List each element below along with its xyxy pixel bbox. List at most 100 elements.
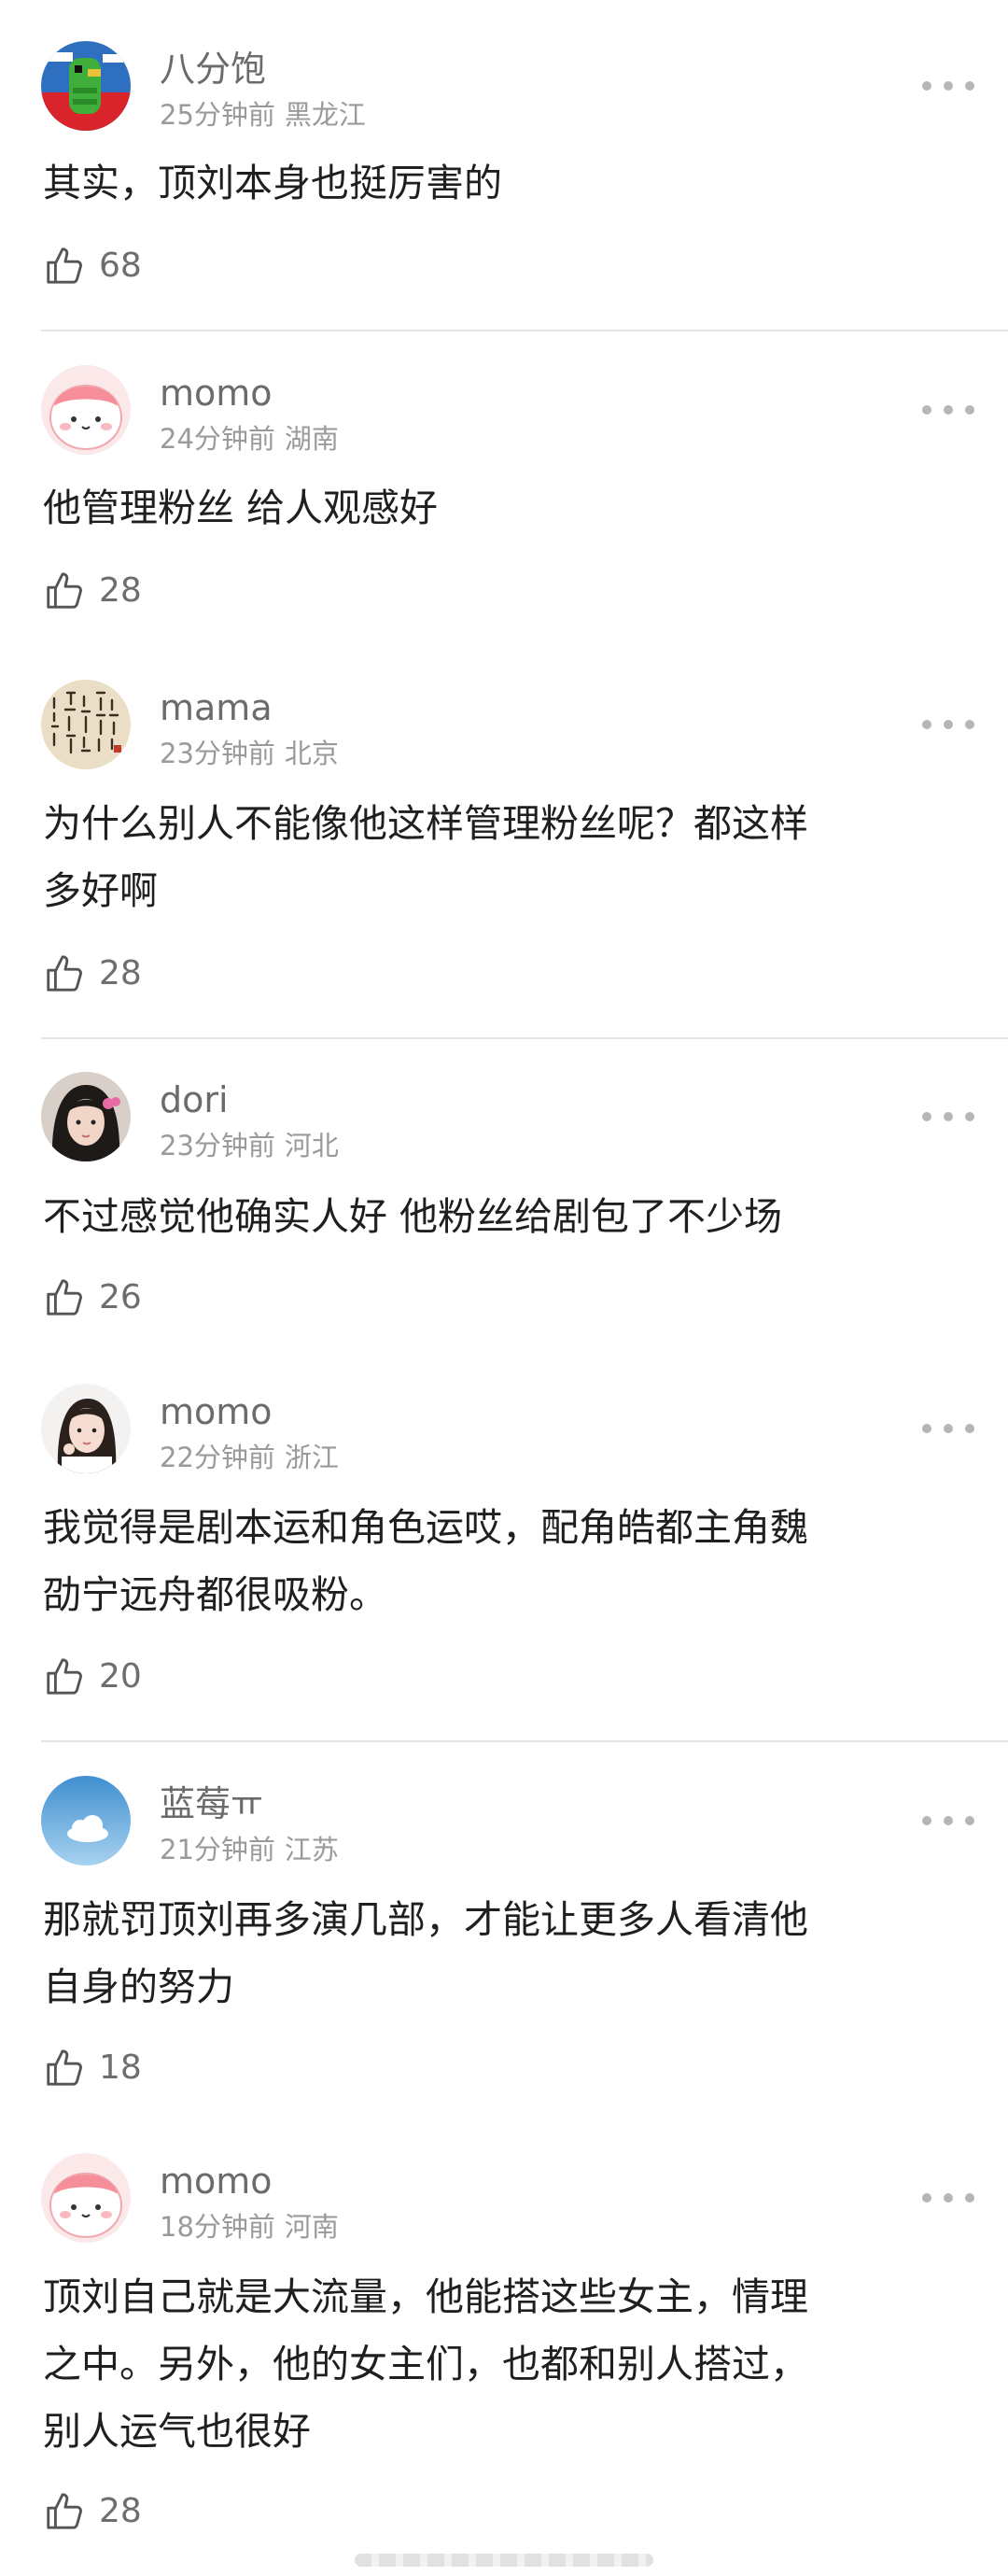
- pink-peach-avatar-icon: [41, 365, 131, 455]
- thumbs-up-icon: [47, 955, 82, 992]
- like-button[interactable]: 28: [43, 950, 142, 995]
- like-button[interactable]: 28: [43, 568, 142, 612]
- thumbs-up-icon: [47, 2049, 82, 2086]
- comment-text: 不过感觉他确实人好 他粉丝给剧包了不少场: [43, 1183, 958, 1250]
- like-button[interactable]: 18: [43, 2045, 142, 2090]
- like-count: 26: [99, 1277, 142, 1316]
- avatar[interactable]: [41, 2153, 131, 2243]
- comment-line: 为什么别人不能像他这样管理粉丝呢？都这样: [43, 801, 808, 846]
- comment-location: 江苏: [284, 1834, 339, 1865]
- comment-text: 为什么别人不能像他这样管理粉丝呢？都这样 多好啊: [43, 790, 958, 924]
- avatar[interactable]: [41, 680, 131, 769]
- more-dot: [944, 2193, 953, 2203]
- username[interactable]: momo: [160, 373, 273, 414]
- more-button[interactable]: [922, 711, 974, 739]
- more-dot: [965, 81, 974, 91]
- comment-line: 那就罚顶刘再多演几部，才能让更多人看清他: [43, 1897, 808, 1942]
- username[interactable]: dori: [160, 1079, 229, 1120]
- pixel-parrot-avatar-icon: [41, 41, 131, 131]
- comment-meta: 18分钟前 河南: [160, 2211, 339, 2243]
- username[interactable]: momo: [160, 2161, 273, 2202]
- more-dots-icon: [922, 81, 931, 91]
- username[interactable]: 八分饱: [160, 49, 266, 90]
- username[interactable]: 蓝莓ㅠ: [160, 1783, 263, 1824]
- comment-location: 河南: [284, 2211, 339, 2243]
- comment-time: 24分钟前: [160, 423, 275, 455]
- divider: [41, 330, 1008, 331]
- more-button[interactable]: [922, 1807, 974, 1835]
- like-count: 68: [99, 246, 142, 285]
- more-button[interactable]: [922, 2184, 974, 2212]
- girl-portrait-avatar-icon: [41, 1384, 131, 1473]
- like-count: 20: [99, 1656, 142, 1696]
- thumbs-up-icon: [47, 247, 82, 284]
- like-count: 28: [99, 2491, 142, 2530]
- more-dot: [944, 1424, 953, 1433]
- more-button[interactable]: [922, 1103, 974, 1131]
- more-dot: [965, 1816, 974, 1825]
- username[interactable]: mama: [160, 687, 273, 728]
- comment-text: 其实，顶刘本身也挺厉害的: [43, 149, 958, 217]
- like-button[interactable]: 20: [43, 1654, 142, 1698]
- more-dot: [965, 720, 974, 729]
- blue-sky-cloud-avatar-icon: [41, 1776, 131, 1865]
- thumbs-up-icon: [47, 1279, 82, 1316]
- more-dot: [965, 1112, 974, 1121]
- pink-peach-avatar-icon: [41, 2153, 131, 2243]
- comment-line: 我觉得是剧本运和角色运哎，配角皓都主角魏: [43, 1505, 808, 1550]
- comment-location: 浙江: [284, 1442, 339, 1473]
- comment-line: 其实，顶刘本身也挺厉害的: [43, 161, 502, 205]
- comment-line: 之中。另外，他的女主们，也都和别人搭过，: [43, 2342, 808, 2386]
- thumbs-up-icon: [47, 1658, 82, 1695]
- thumbs-up-icon: [47, 2493, 82, 2529]
- more-dot: [965, 1424, 974, 1433]
- avatar[interactable]: [41, 1072, 131, 1161]
- comment-line: 自身的努力: [43, 1964, 234, 2009]
- comment-meta: 22分钟前 浙江: [160, 1442, 339, 1473]
- more-dot: [944, 1816, 953, 1825]
- like-button[interactable]: 68: [43, 243, 142, 288]
- girl-photo-avatar-icon: [41, 1072, 131, 1161]
- comment-line: 不过感觉他确实人好 他粉丝给剧包了不少场: [43, 1194, 783, 1239]
- more-button[interactable]: [922, 396, 974, 424]
- calligraphy-avatar-icon: [41, 680, 131, 769]
- comment-location: 黑龙江: [284, 99, 366, 131]
- comment-text: 我觉得是剧本运和角色运哎，配角皓都主角魏 劭宁远舟都很吸粉。: [43, 1494, 958, 1628]
- more-dot: [965, 405, 974, 415]
- comment-time: 22分钟前: [160, 1442, 275, 1473]
- thumbs-up-icon: [47, 572, 82, 609]
- like-button[interactable]: 28: [43, 2488, 142, 2533]
- comment-line: 别人运气也很好: [43, 2409, 311, 2454]
- comment-meta: 23分钟前 河北: [160, 1130, 339, 1161]
- more-dot: [944, 1112, 953, 1121]
- comment-line: 劭宁远舟都很吸粉。: [43, 1572, 387, 1617]
- more-dots-icon: [922, 720, 931, 729]
- comment-line: 顶刘自己就是大流量，他能搭这些女主，情理: [43, 2274, 808, 2319]
- more-button[interactable]: [922, 72, 974, 100]
- avatar[interactable]: [41, 1384, 131, 1473]
- comment-line: 他管理粉丝 给人观感好: [43, 486, 439, 530]
- avatar[interactable]: [41, 41, 131, 131]
- username[interactable]: momo: [160, 1391, 273, 1432]
- avatar[interactable]: [41, 365, 131, 455]
- comment-line: 多好啊: [43, 868, 158, 913]
- comment-meta: 21分钟前 江苏: [160, 1834, 339, 1865]
- comment-location: 湖南: [284, 423, 339, 455]
- more-dot: [944, 720, 953, 729]
- comment-time: 21分钟前: [160, 1834, 275, 1865]
- more-dots-icon: [922, 1112, 931, 1121]
- comment-meta: 23分钟前 北京: [160, 738, 339, 769]
- comment-text: 他管理粉丝 给人观感好: [43, 474, 958, 542]
- avatar[interactable]: [41, 1776, 131, 1865]
- bottom-scroll-indicator: [355, 2554, 653, 2567]
- more-dots-icon: [922, 405, 931, 415]
- more-dots-icon: [922, 2193, 931, 2203]
- comment-meta: 25分钟前 黑龙江: [160, 99, 366, 131]
- more-dot: [944, 81, 953, 91]
- more-dot: [944, 405, 953, 415]
- more-button[interactable]: [922, 1415, 974, 1443]
- comment-time: 25分钟前: [160, 99, 275, 131]
- like-button[interactable]: 26: [43, 1274, 142, 1319]
- comment-text: 顶刘自己就是大流量，他能搭这些女主，情理 之中。另外，他的女主们，也都和别人搭过…: [43, 2263, 958, 2465]
- more-dot: [965, 2193, 974, 2203]
